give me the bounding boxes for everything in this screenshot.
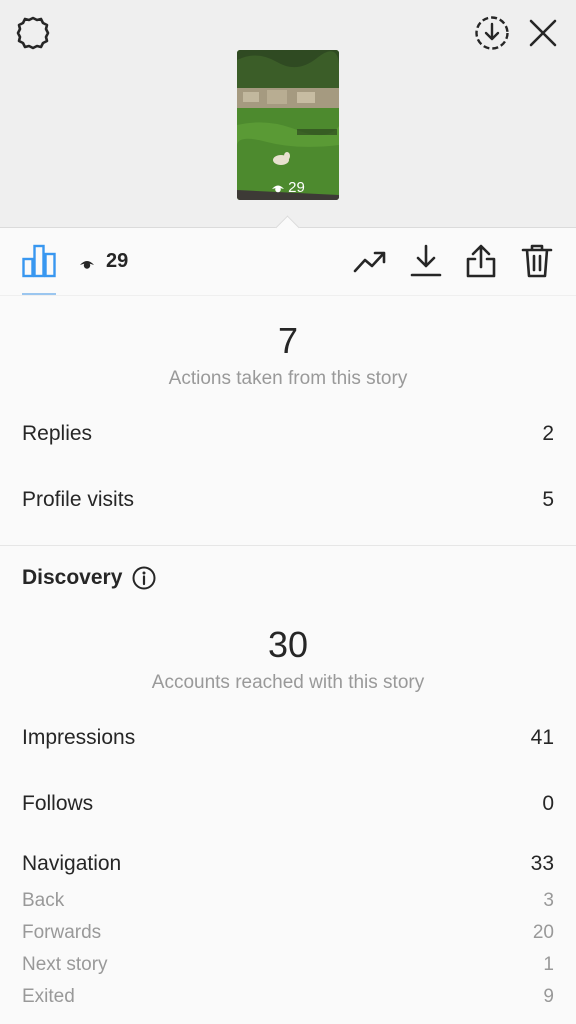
row-label: Next story (22, 954, 108, 975)
navigation-next-story-row: Next story 1 (22, 954, 554, 976)
info-icon[interactable] (132, 566, 156, 590)
row-label: Back (22, 890, 65, 911)
discovery-heading: Discovery (22, 566, 156, 590)
story-thumbnail[interactable]: 29 (237, 50, 339, 200)
navigation-forwards-row: Forwards 20 (22, 922, 554, 944)
section-divider (0, 545, 576, 546)
discovery-title: Discovery (22, 566, 123, 589)
eye-icon (272, 185, 285, 192)
row-value: 41 (530, 726, 554, 749)
row-label: Exited (22, 986, 75, 1007)
close-icon[interactable] (527, 17, 559, 54)
row-value: 5 (542, 488, 554, 511)
row-value: 0 (542, 792, 554, 815)
row-value: 1 (543, 954, 554, 975)
thumbnail-views-count: 29 (288, 179, 305, 196)
reach-total: 30 (267, 624, 309, 665)
row-value: 9 (543, 986, 554, 1007)
navigation-row: Navigation 33 (22, 852, 554, 876)
row-label: Profile visits (22, 488, 135, 511)
insights-toolbar: 29 (0, 228, 576, 296)
promote-icon[interactable] (353, 247, 387, 280)
actions-total: 7 (277, 320, 299, 361)
actions-label: Actions taken from this story (168, 368, 408, 389)
row-value: 33 (530, 852, 554, 875)
story-preview-area: 29 (0, 0, 576, 228)
reach-summary: 30 Accounts reached with this story (0, 624, 576, 694)
row-value: 20 (532, 922, 554, 943)
row-label: Follows (22, 792, 94, 815)
navigation-back-row: Back 3 (22, 890, 554, 912)
download-icon[interactable] (410, 244, 442, 283)
download-circle-icon[interactable] (474, 15, 510, 56)
row-value: 2 (542, 422, 554, 445)
impressions-row: Impressions 41 (22, 726, 554, 750)
gear-icon[interactable] (14, 14, 52, 57)
follows-row: Follows 0 (22, 792, 554, 816)
thumbnail-views: 29 (237, 179, 339, 196)
viewers-count[interactable]: 29 (106, 250, 128, 273)
row-label: Impressions (22, 726, 136, 749)
delete-icon[interactable] (521, 243, 553, 284)
row-value: 3 (543, 890, 554, 911)
row-label: Replies (22, 422, 93, 445)
bar-chart-icon[interactable] (22, 244, 56, 283)
row-label: Forwards (22, 922, 102, 943)
reach-label: Accounts reached with this story (151, 672, 425, 693)
replies-row: Replies 2 (22, 422, 554, 446)
share-icon[interactable] (465, 243, 497, 284)
story-image (237, 50, 339, 200)
eye-icon (79, 257, 95, 275)
active-tab-indicator (22, 293, 56, 295)
navigation-exited-row: Exited 9 (22, 986, 554, 1008)
row-label: Navigation (22, 852, 122, 875)
interactions-summary: 7 Actions taken from this story (0, 320, 576, 390)
profile-visits-row: Profile visits 5 (22, 488, 554, 512)
